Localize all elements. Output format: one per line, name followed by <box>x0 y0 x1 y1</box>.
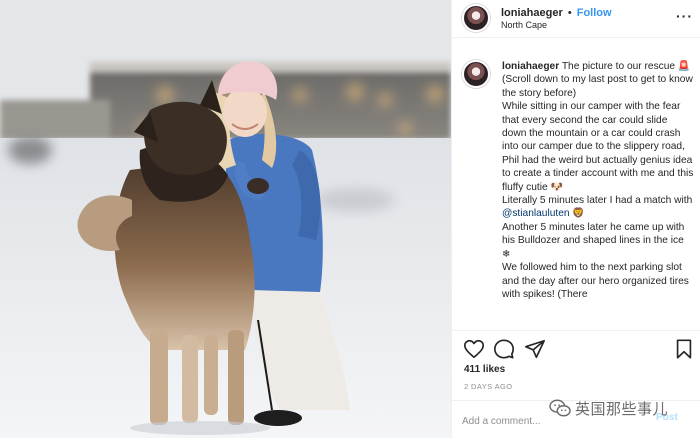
caption-line-text: The picture to our rescue <box>559 61 678 72</box>
avatar[interactable] <box>462 4 490 32</box>
post-header: loniahaeger • Follow North Cape ··· <box>452 0 700 38</box>
caption-line: Literally 5 minutes later I had a match … <box>502 194 694 221</box>
header-username[interactable]: loniahaeger <box>501 7 563 19</box>
action-bar <box>452 330 700 366</box>
lion-emoji-icon: 🦁 <box>572 208 585 220</box>
caption-line: loniahaeger The picture to our rescue 🚨 <box>502 60 694 73</box>
caption-text: loniahaeger The picture to our rescue 🚨 … <box>502 60 694 301</box>
caption-username[interactable]: loniahaeger <box>502 61 559 72</box>
snowflake-emoji-icon: ❄ <box>502 248 511 260</box>
caption-line: (Scroll down to my last post to get to k… <box>502 73 694 100</box>
watermark: 英国那些事儿 <box>549 397 668 419</box>
watermark-text: 英国那些事儿 <box>575 399 669 418</box>
post-timestamp: 2 DAYS AGO <box>464 382 513 391</box>
mention-link[interactable]: @stianlauluten <box>502 208 570 219</box>
caption-line-text: Literally 5 minutes later I had a match … <box>502 195 693 207</box>
caption-line-text: We followed him to the next parking slot… <box>502 262 689 300</box>
separator-dot: • <box>567 7 572 19</box>
wechat-icon <box>549 399 571 417</box>
comment-icon[interactable] <box>493 338 515 360</box>
siren-emoji-icon: 🚨 <box>677 61 691 72</box>
caption-line-text: Another 5 minutes later he came up with … <box>502 221 685 247</box>
post-details-panel: loniahaeger • Follow North Cape ··· loni… <box>451 0 700 438</box>
post-photo[interactable] <box>0 0 451 438</box>
header-username-row: loniahaeger • Follow <box>501 7 612 19</box>
dog-emoji-icon: 🐶 <box>550 181 563 193</box>
heart-icon[interactable] <box>463 338 485 360</box>
share-icon[interactable] <box>524 338 546 360</box>
location-link[interactable]: North Cape <box>501 20 547 30</box>
likes-count[interactable]: 411 likes <box>464 364 505 375</box>
caption-line: We followed him to the next parking slot… <box>502 261 694 301</box>
avatar[interactable] <box>462 60 490 88</box>
more-options-icon[interactable]: ··· <box>676 8 693 24</box>
caption-line: While sitting in our camper with the fea… <box>502 100 694 194</box>
caption-line: Another 5 minutes later he came up with … <box>502 221 694 261</box>
caption-area: loniahaeger The picture to our rescue 🚨 … <box>452 38 700 330</box>
bookmark-icon[interactable] <box>673 338 695 360</box>
caption-line-text: While sitting in our camper with the fea… <box>502 101 694 193</box>
post-photo-illustration <box>0 0 451 438</box>
follow-button[interactable]: Follow <box>577 7 612 19</box>
caption-line-text: (Scroll down to my last post to get to k… <box>502 74 693 99</box>
